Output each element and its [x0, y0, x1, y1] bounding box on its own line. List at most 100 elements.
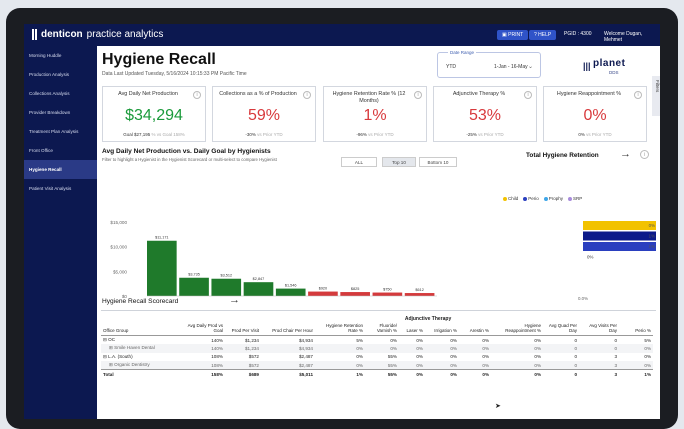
table-cell: 3 [579, 361, 620, 370]
table-row[interactable]: ⊟ L.A. (South) 108% $572 $2,487 0% 55% 0% 0% 0% 0… [101, 353, 653, 362]
column-header[interactable]: Arestin % [459, 322, 492, 336]
sidebar-item-patient-visit-analysis[interactable]: Patient Visit Analysis [24, 179, 97, 198]
table-cell: 0% [619, 344, 654, 353]
chart-bar[interactable] [308, 291, 338, 296]
info-icon[interactable]: i [640, 150, 649, 159]
info-icon[interactable]: i [634, 91, 642, 99]
chart-bar[interactable] [340, 292, 370, 296]
chart-bar[interactable] [179, 277, 209, 296]
sidebar-item-provider-breakdown[interactable]: Provider Breakdown [24, 103, 97, 122]
table-cell: 0 [579, 344, 620, 353]
help-button[interactable]: ? HELP [529, 30, 557, 40]
sidebar-item-hygiene-recall[interactable]: Hygiene Recall [24, 160, 97, 179]
row-label[interactable]: ⊟ L.A. (South) [101, 353, 181, 362]
drill-arrow-icon[interactable]: → [620, 148, 631, 160]
kpi-card[interactable]: Hygiene Reappointment % i 0% 0% vs Prior YT… [543, 86, 647, 142]
row-label[interactable]: Total [101, 369, 181, 378]
info-icon[interactable]: i [414, 91, 422, 99]
date-range-label: Date Range [448, 50, 477, 55]
chart-bar[interactable] [583, 231, 656, 241]
column-header[interactable]: Office Group [101, 322, 181, 336]
top-bar: denticon practice analytics ▣ PRINT ? HE… [24, 24, 660, 46]
column-header[interactable]: Laser % [399, 322, 426, 336]
legend-item[interactable]: Prophy [543, 196, 563, 201]
sidebar-item-front-office[interactable]: Front Office [24, 141, 97, 160]
app-logo[interactable]: denticon practice analytics [32, 29, 163, 40]
chart-bar[interactable] [243, 282, 274, 296]
chart-bar[interactable] [583, 242, 656, 251]
legend-item[interactable]: SRP [568, 196, 582, 201]
kpi-title: Collections as a % of Production [219, 91, 297, 97]
kpi-card[interactable]: Adjunctive Therapy % i 53% -25% vs Prior YT… [433, 86, 537, 142]
data-label: $2,847 [253, 277, 265, 281]
kpi-footer: -96% vs Prior YTD [324, 132, 426, 137]
kpi-footer-change: 0% [578, 132, 585, 137]
column-header[interactable]: Perio % [619, 322, 654, 336]
chart-bar[interactable] [147, 240, 177, 296]
kpi-card[interactable]: Avg Daily Net Production i $34,294 Goal $27… [102, 86, 206, 142]
date-range-value: 1-Jan - 16-May [494, 64, 528, 70]
table-cell: 0% [482, 354, 490, 360]
table-cell: 0% [416, 337, 424, 343]
sidebar-item-collections-analysis[interactable]: Collections Analysis [24, 84, 97, 103]
info-icon[interactable]: i [193, 91, 201, 99]
kpi-value: $34,294 [125, 107, 183, 124]
legend-item[interactable]: Child [503, 196, 518, 201]
table-cell: 0% [459, 369, 492, 378]
column-header[interactable]: Avg Quad Per Day [543, 322, 580, 336]
info-icon[interactable]: i [524, 91, 532, 99]
column-header[interactable]: Prod Per Visit [225, 322, 261, 336]
kpi-card[interactable]: Hygiene Retention Rate % (12 Months) i 1% -… [323, 86, 427, 142]
legend-label: Perio [528, 196, 539, 201]
column-header[interactable]: Avg Daily Prod vs Goal [181, 322, 225, 336]
y-tick-label: $5,000 [113, 269, 127, 274]
column-header[interactable]: Avg Visits Per Day [579, 322, 620, 336]
table-cell: $1,234 [244, 337, 259, 343]
sidebar: Morning Huddle Production Analysis Collect… [24, 46, 97, 419]
legend-item[interactable]: Perio [523, 196, 539, 201]
table-row[interactable]: ⊞ Organic Dentistry 108% $572 $2,487 0% 55% 0%… [101, 361, 654, 370]
drill-arrow-icon[interactable]: → [229, 294, 240, 306]
column-header[interactable]: Prod Chair Per Hour [261, 322, 315, 336]
sidebar-item-production-analysis[interactable]: Production Analysis [24, 65, 97, 84]
date-range-select[interactable]: Date Range YTD 1-Jan - 16-May ⌄ [437, 50, 541, 78]
table-row[interactable]: Total 158% $689 $5,011 1% 55% 0% 0% 0% 0% 0 3 1% [101, 369, 654, 378]
table-cell: 0% [425, 361, 460, 370]
table-cell: $4,934 [261, 344, 315, 353]
partner-name: planet [593, 58, 626, 69]
column-header[interactable]: Fluoride/ Varnish % [365, 322, 400, 336]
chart-bar[interactable] [372, 292, 403, 296]
table-row[interactable]: ⊟ OC 140% $1,234 $4,934 5% 0% 0% 0% 0% 0% 0 0 5% [101, 336, 653, 345]
kpi-card[interactable]: Collections as a % of Production i 59% -30%… [212, 86, 316, 142]
column-header[interactable]: Hygiene Reappointment % [491, 322, 544, 336]
table-row[interactable]: ⊞ Smile Haven Dental 140% $1,234 $4,934 0% 0%… [101, 344, 654, 353]
chart-bar[interactable] [275, 288, 306, 296]
table-cell: 55% [365, 361, 400, 370]
filter-bottom10-button[interactable]: Bottom 10 [419, 157, 457, 167]
filter-top10-button[interactable]: Top 10 [382, 157, 416, 167]
chart-bar[interactable] [583, 221, 656, 230]
y-tick-label: $15,000 [110, 220, 127, 225]
row-label[interactable]: ⊟ OC [101, 336, 181, 345]
row-label[interactable]: ⊞ Organic Dentistry [101, 361, 181, 370]
sidebar-item-treatment-plan-analysis[interactable]: Treatment Plan Analysis [24, 122, 97, 141]
chart-bar[interactable] [404, 293, 435, 296]
kpi-footer: -25% vs Prior YTD [434, 132, 536, 137]
filters-tab[interactable]: Filters [652, 76, 660, 116]
table-cell: $1,234 [225, 344, 261, 353]
table-cell: 0 [543, 344, 580, 353]
print-button[interactable]: ▣ PRINT [497, 30, 529, 40]
table-cell: $572 [248, 354, 259, 360]
table-cell: 0% [459, 344, 492, 353]
data-label: $3,735 [188, 273, 200, 277]
info-icon[interactable]: i [303, 91, 311, 99]
row-label[interactable]: ⊞ Smile Haven Dental [101, 344, 181, 353]
table-cell: 0% [399, 361, 426, 370]
legend-swatch [568, 196, 573, 201]
column-header[interactable]: Irrigation % [425, 322, 460, 336]
y-tick-label: $10,000 [110, 245, 127, 250]
table-cell: 0% [315, 361, 366, 370]
filter-all-button[interactable]: ALL [341, 157, 377, 167]
column-header[interactable]: Hygiene Retention Rate % [315, 322, 366, 336]
sidebar-item-morning-huddle[interactable]: Morning Huddle [24, 46, 97, 65]
